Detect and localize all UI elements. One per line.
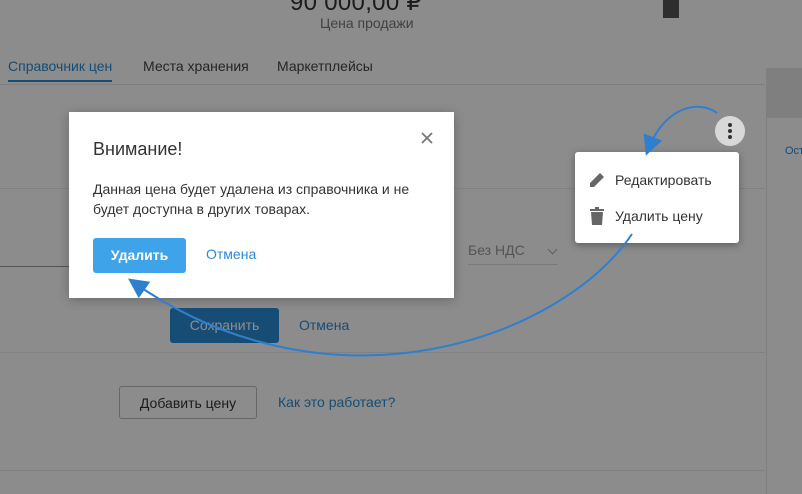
dialog-cancel-link[interactable]: Отмена bbox=[206, 246, 256, 262]
menu-item-label: Редактировать bbox=[615, 172, 712, 188]
close-icon[interactable] bbox=[419, 130, 435, 146]
confirm-delete-button[interactable]: Удалить bbox=[93, 238, 186, 273]
context-menu: Редактировать Удалить цену bbox=[575, 152, 739, 243]
kebab-menu-icon[interactable] bbox=[715, 116, 745, 146]
trash-icon bbox=[587, 206, 607, 226]
dialog-message: Данная цена будет удалена из справочника… bbox=[93, 181, 410, 217]
pencil-icon bbox=[587, 170, 607, 190]
confirm-delete-dialog: Внимание! Данная цена будет удалена из с… bbox=[69, 112, 454, 298]
menu-item-delete-price[interactable]: Удалить цену bbox=[575, 198, 739, 234]
menu-item-label: Удалить цену bbox=[615, 208, 703, 224]
dialog-title: Внимание! bbox=[93, 139, 183, 159]
menu-item-edit[interactable]: Редактировать bbox=[575, 162, 739, 198]
